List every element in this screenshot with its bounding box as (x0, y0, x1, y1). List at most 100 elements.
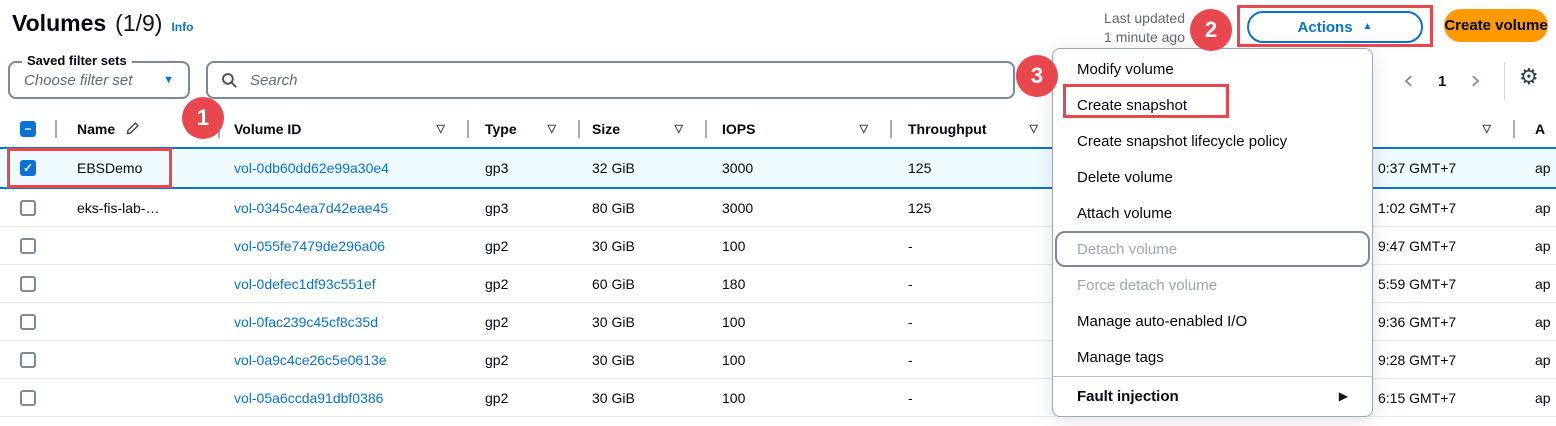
previous-page-button[interactable] (1398, 68, 1420, 94)
search-box[interactable] (206, 61, 1015, 99)
menu-item-attach-volume[interactable]: Attach volume (1053, 195, 1372, 231)
volume-id-link[interactable]: vol-0a9c4ce26c5e0613e (234, 352, 387, 368)
sort-icon: ▽ (674, 123, 683, 135)
filter-set-value: Choose filter set (24, 71, 133, 89)
cell-type: gp2 (485, 351, 509, 368)
cell-throughput: 125 (908, 199, 932, 216)
chevron-down-icon: ▼ (163, 74, 174, 86)
volume-id-link[interactable]: vol-0fac239c45cf8c35d (234, 314, 378, 330)
column-header-az[interactable]: A (1513, 110, 1556, 147)
cell-throughput: - (908, 237, 913, 254)
row-checkbox[interactable] (20, 313, 36, 330)
toolbar-divider (1504, 62, 1505, 100)
cell-az: ap (1535, 351, 1551, 368)
cell-az: ap (1535, 160, 1551, 176)
annotation-badge-2: 2 (1190, 9, 1232, 51)
cell-type: gp3 (485, 160, 509, 176)
column-header-volume-id[interactable]: Volume ID ▽ (218, 110, 467, 147)
menu-divider (1053, 376, 1372, 377)
sort-icon: ▽ (859, 123, 868, 135)
indeterminate-icon: − (24, 121, 32, 136)
ec2-volumes-page: Volumes (1/9) Info Last updated 1 minute… (0, 0, 1556, 426)
cell-size: 30 GiB (592, 351, 635, 368)
cell-name (55, 341, 218, 378)
page-header: Volumes (1/9) Info (12, 10, 193, 37)
submenu-arrow-icon: ▶ (1338, 389, 1348, 403)
row-checkbox[interactable] (20, 389, 36, 406)
cell-type: gp3 (485, 199, 509, 216)
column-header-iops[interactable]: IOPS ▽ (705, 110, 890, 147)
cell-iops: 100 (722, 313, 746, 330)
column-header-size[interactable]: Size ▽ (578, 110, 705, 147)
menu-item-create-snapshot-lifecycle-policy[interactable]: Create snapshot lifecycle policy (1053, 123, 1372, 159)
sort-icon: ▽ (436, 123, 445, 135)
cell-size: 32 GiB (592, 160, 635, 176)
row-checkbox[interactable] (20, 199, 36, 216)
cell-name (55, 379, 218, 416)
cell-az: ap (1535, 389, 1551, 406)
chevron-left-icon (1402, 73, 1416, 89)
menu-item-modify-volume[interactable]: Modify volume (1053, 51, 1372, 87)
menu-item-delete-volume[interactable]: Delete volume (1053, 159, 1372, 195)
cell-name: eks-fis-lab-… (77, 199, 160, 216)
cell-size: 30 GiB (592, 237, 635, 254)
select-all-checkbox[interactable]: − (20, 120, 36, 137)
sort-icon: ▽ (547, 123, 556, 135)
cell-name (55, 265, 218, 302)
cell-az: ap (1535, 237, 1551, 254)
menu-item-manage-auto-enabled-i-o[interactable]: Manage auto-enabled I/O (1053, 303, 1372, 339)
next-page-button[interactable] (1464, 68, 1486, 94)
create-volume-button[interactable]: Create volume (1444, 9, 1548, 42)
annotation-badge-3: 3 (1016, 55, 1058, 97)
sort-icon: ▽ (1482, 123, 1491, 135)
row-checkbox[interactable] (20, 237, 36, 254)
annotation-badge-1: 1 (182, 97, 224, 139)
row-checkbox[interactable] (20, 351, 36, 368)
current-page-number[interactable]: 1 (1438, 73, 1446, 90)
page-title: Volumes (12, 10, 107, 36)
actions-menu: Modify volume Create snapshot Create sna… (1052, 48, 1373, 417)
sort-icon: ▽ (1029, 123, 1038, 135)
cell-type: gp2 (485, 237, 509, 254)
volume-id-link[interactable]: vol-055fe7479de296a06 (234, 238, 385, 254)
chevron-right-icon (1468, 73, 1482, 89)
menu-item-create-snapshot[interactable]: Create snapshot (1053, 87, 1372, 123)
column-header-type[interactable]: Type ▽ (467, 110, 578, 147)
volume-id-link[interactable]: vol-0345c4ea7d42eae45 (234, 200, 388, 216)
select-all-cell: − (0, 110, 55, 147)
search-input[interactable] (248, 70, 1000, 90)
cell-iops: 100 (722, 351, 746, 368)
cell-throughput: - (908, 351, 913, 368)
menu-item-detach-volume: Detach volume (1055, 231, 1370, 267)
actions-button[interactable]: Actions ▲ (1247, 11, 1423, 43)
cell-az: ap (1535, 275, 1551, 292)
edit-name-icon[interactable] (125, 121, 140, 136)
cell-name (55, 303, 218, 340)
cell-throughput: - (908, 275, 913, 292)
cell-size: 60 GiB (592, 275, 635, 292)
volume-id-link[interactable]: vol-05a6ccda91dbf0386 (234, 390, 383, 406)
cell-type: gp2 (485, 313, 509, 330)
info-link[interactable]: Info (171, 20, 193, 34)
cell-size: 80 GiB (592, 199, 635, 216)
preferences-gear-icon[interactable]: ⚙ (1519, 66, 1539, 88)
volume-id-link[interactable]: vol-0db60dd62e99a30e4 (234, 160, 389, 176)
check-icon: ✓ (22, 161, 34, 175)
cell-iops: 180 (722, 275, 746, 292)
column-header-throughput[interactable]: Throughput ▽ (890, 110, 1060, 147)
row-checkbox[interactable] (20, 275, 36, 292)
cell-iops: 100 (722, 389, 746, 406)
volume-id-link[interactable]: vol-0defec1df93c551ef (234, 276, 376, 292)
cell-iops: 3000 (722, 160, 754, 176)
cell-name (55, 227, 218, 264)
pagination: 1 (1398, 63, 1486, 99)
cell-name: EBSDemo (77, 160, 143, 176)
menu-item-fault-injection[interactable]: Fault injection ▶ (1053, 378, 1372, 414)
cell-throughput: - (908, 313, 913, 330)
menu-item-manage-tags[interactable]: Manage tags (1053, 339, 1372, 375)
row-checkbox[interactable]: ✓ (20, 160, 36, 176)
cell-throughput: 125 (908, 160, 932, 176)
last-updated-text: Last updated 1 minute ago (1104, 10, 1185, 45)
cell-type: gp2 (485, 389, 509, 406)
selection-count: (1/9) (115, 10, 163, 36)
